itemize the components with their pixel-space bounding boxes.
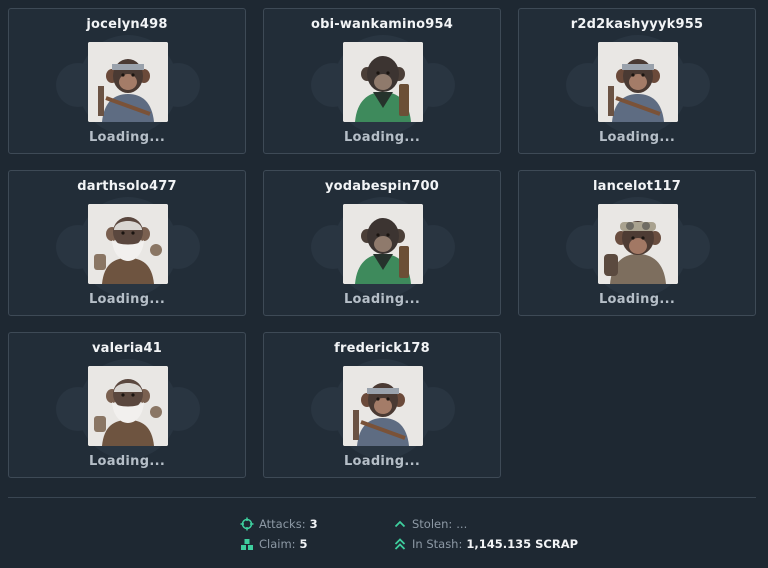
player-username: valeria41 bbox=[91, 341, 163, 356]
crosshair-icon bbox=[240, 517, 254, 531]
player-username: lancelot117 bbox=[593, 179, 681, 194]
ape-avatar-icon bbox=[343, 204, 423, 284]
ape-avatar-icon bbox=[343, 42, 423, 122]
player-username: jocelyn498 bbox=[86, 17, 168, 32]
stats-right-column: Stolen: ... In Stash: 1,145.135 SCRAP bbox=[393, 514, 578, 554]
stats-left-column: Attacks: 3 Claim: 5 bbox=[240, 514, 318, 554]
attacks-value: 3 bbox=[309, 517, 318, 531]
player-card[interactable]: yodabespin700 Loading... bbox=[263, 170, 501, 316]
player-card[interactable]: valeria41 Loading... bbox=[8, 332, 246, 478]
player-username: yodabespin700 bbox=[324, 179, 440, 194]
player-card[interactable]: r2d2kashyyyk955 Loading... bbox=[518, 8, 756, 154]
stash-stat: In Stash: 1,145.135 SCRAP bbox=[393, 534, 578, 554]
ape-avatar-icon bbox=[88, 42, 168, 122]
card-status-text: Loading... bbox=[343, 292, 421, 307]
player-username: obi-wankamino954 bbox=[310, 17, 454, 32]
card-status-text: Loading... bbox=[88, 292, 166, 307]
card-status-text: Loading... bbox=[598, 292, 676, 307]
player-username: frederick178 bbox=[334, 341, 430, 356]
player-card[interactable]: frederick178 Loading... bbox=[263, 332, 501, 478]
footer-divider bbox=[8, 497, 756, 498]
player-card-grid: jocelyn498 Loading... obi-wankamino954 L… bbox=[8, 8, 756, 478]
stash-label: In Stash: bbox=[412, 537, 463, 551]
player-card[interactable]: darthsolo477 Loading... bbox=[8, 170, 246, 316]
card-status-text: Loading... bbox=[88, 130, 166, 145]
attacks-label: Attacks: bbox=[259, 517, 306, 531]
chevron-up-icon bbox=[394, 520, 406, 528]
double-chevron-up-icon bbox=[394, 538, 406, 550]
player-card[interactable]: lancelot117 Loading... bbox=[518, 170, 756, 316]
card-status-text: Loading... bbox=[343, 130, 421, 145]
ape-avatar-icon bbox=[88, 366, 168, 446]
claim-label: Claim: bbox=[259, 537, 296, 551]
claim-stat: Claim: 5 bbox=[240, 534, 318, 554]
attacks-stat: Attacks: 3 bbox=[240, 514, 318, 534]
claim-value: 5 bbox=[299, 537, 308, 551]
stash-value: 1,145.135 SCRAP bbox=[466, 537, 579, 551]
player-username: r2d2kashyyyk955 bbox=[570, 17, 704, 32]
ape-avatar-icon bbox=[598, 42, 678, 122]
player-card[interactable]: obi-wankamino954 Loading... bbox=[263, 8, 501, 154]
stolen-label: Stolen: bbox=[412, 517, 453, 531]
card-status-text: Loading... bbox=[598, 130, 676, 145]
stolen-value: ... bbox=[456, 517, 468, 531]
player-card[interactable]: jocelyn498 Loading... bbox=[8, 8, 246, 154]
card-status-text: Loading... bbox=[343, 454, 421, 469]
ape-avatar-icon bbox=[88, 204, 168, 284]
ape-avatar-icon bbox=[598, 204, 678, 284]
ape-avatar-icon bbox=[343, 366, 423, 446]
player-username: darthsolo477 bbox=[77, 179, 177, 194]
card-status-text: Loading... bbox=[88, 454, 166, 469]
coins-stack-icon bbox=[241, 539, 253, 550]
stolen-stat: Stolen: ... bbox=[393, 514, 578, 534]
